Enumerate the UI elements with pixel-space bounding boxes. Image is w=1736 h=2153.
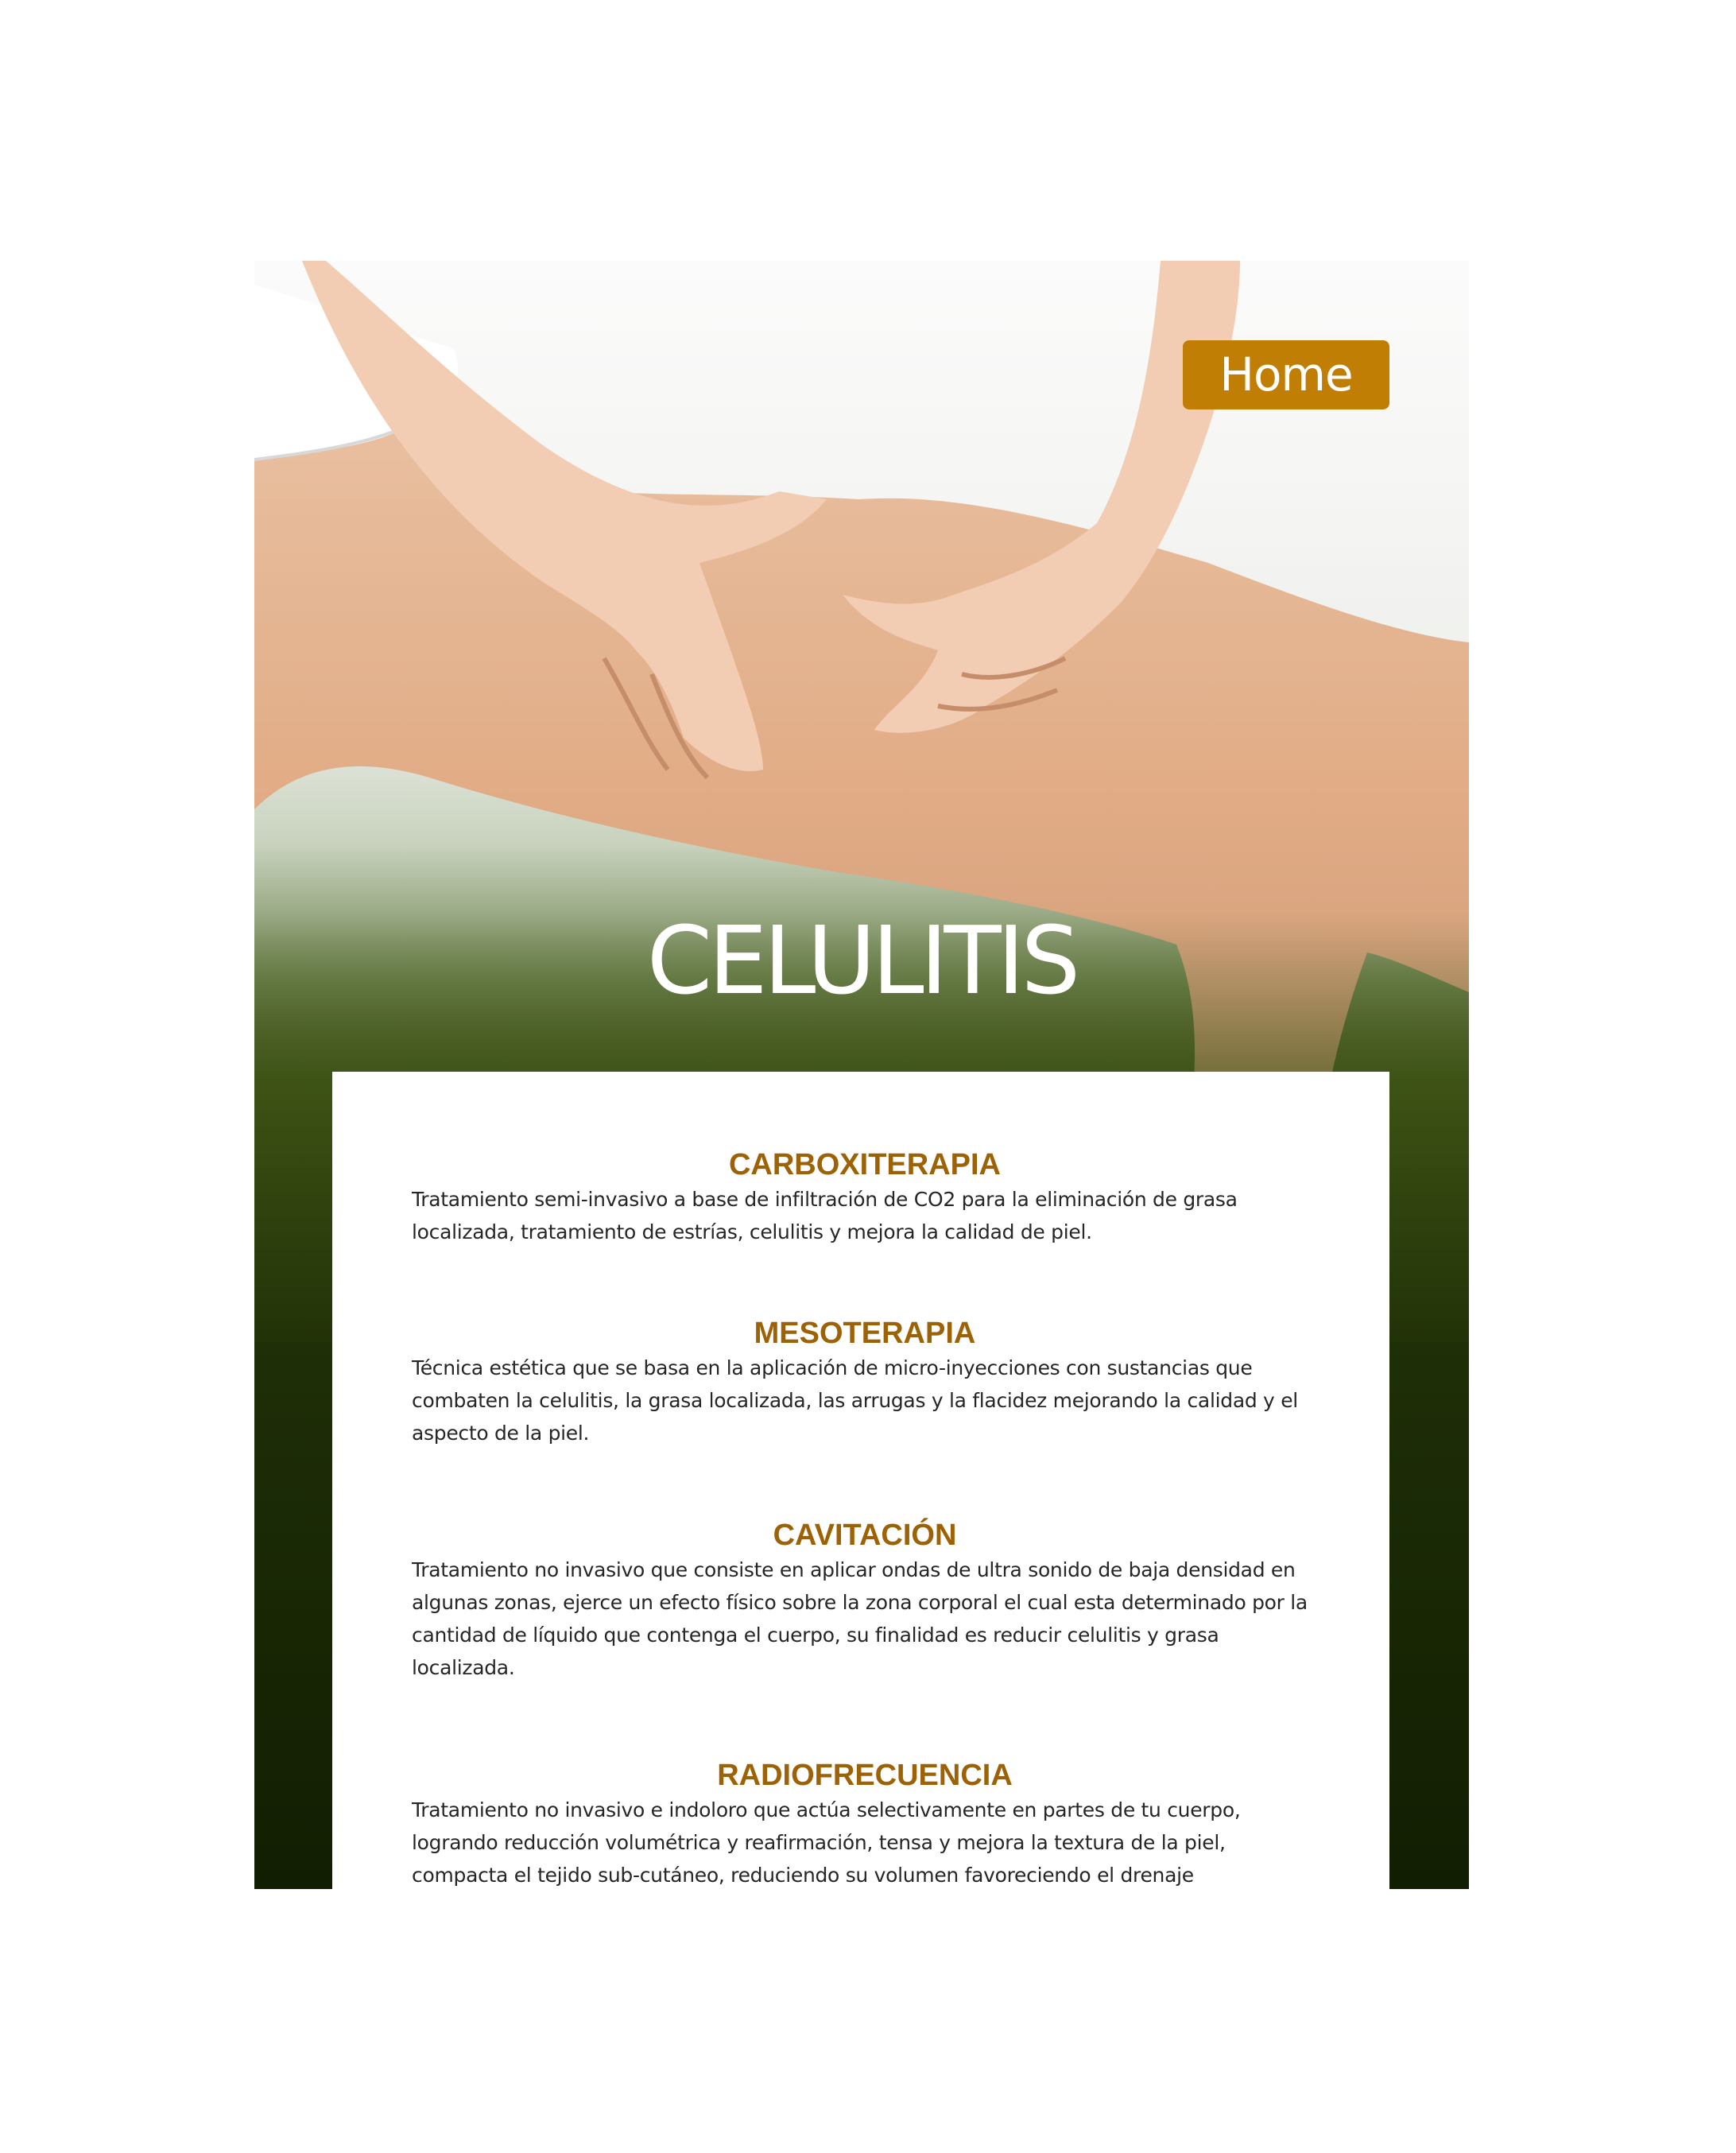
treatment-description: Tratamiento no invasivo e indoloro que a… bbox=[412, 1798, 1241, 1887]
treatment-carboxiterapia: CARBOXITERAPIA Tratamiento semi-invasivo… bbox=[412, 1146, 1318, 1248]
page: Home CELULITIS CARBOXITERAPIA Tratamient… bbox=[0, 0, 1736, 2153]
treatment-title: MESOTERAPIA bbox=[754, 1317, 976, 1350]
treatments-card: CARBOXITERAPIA Tratamiento semi-invasivo… bbox=[332, 1072, 1389, 1889]
page-title: CELULITIS bbox=[646, 906, 1081, 1015]
treatment-description: Técnica estética que se basa en la aplic… bbox=[412, 1356, 1298, 1445]
treatment-mesoterapia: MESOTERAPIA Técnica estética que se basa… bbox=[412, 1315, 1318, 1449]
treatment-title: RADIOFRECUENCIA bbox=[717, 1759, 1013, 1792]
treatment-description: Tratamiento no invasivo que consiste en … bbox=[412, 1558, 1308, 1679]
treatment-radiofrecuencia: RADIOFRECUENCIA Tratamiento no invasivo … bbox=[412, 1757, 1318, 1889]
treatment-cavitacion: CAVITACIÓN Tratamiento no invasivo que c… bbox=[412, 1517, 1318, 1684]
treatment-title: CAVITACIÓN bbox=[773, 1519, 957, 1552]
treatment-title: CARBOXITERAPIA bbox=[728, 1148, 1002, 1181]
home-button[interactable]: Home bbox=[1183, 340, 1389, 409]
celulitis-panel: Home CELULITIS CARBOXITERAPIA Tratamient… bbox=[254, 261, 1469, 1889]
treatment-description: Tratamiento semi-invasivo a base de infi… bbox=[412, 1188, 1238, 1243]
